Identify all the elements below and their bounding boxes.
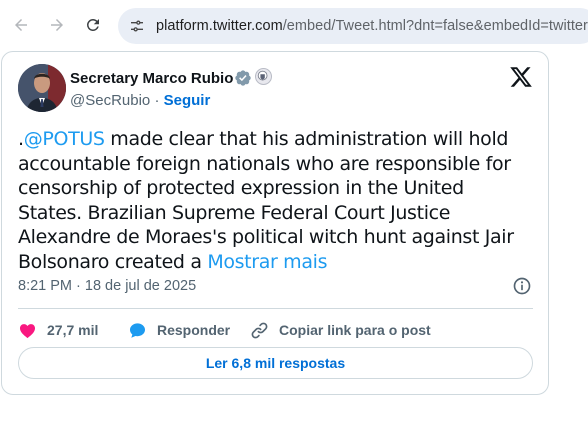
heart-icon (19, 323, 36, 338)
reload-icon (86, 18, 99, 31)
handle-separator: · (154, 92, 160, 109)
address-bar[interactable]: platform.twitter.com/embed/Tweet.html?dn… (118, 8, 588, 44)
reply-label: Responder (157, 322, 231, 338)
government-seal-icon (255, 68, 272, 85)
back-button[interactable] (8, 12, 34, 38)
follow-button[interactable]: Seguir (164, 92, 211, 109)
show-more-link[interactable]: Mostrar mais (207, 251, 327, 273)
speech-bubble-icon (129, 322, 146, 338)
forward-button[interactable] (44, 12, 70, 38)
mention-link[interactable]: @POTUS (24, 128, 105, 150)
verified-badge-icon (235, 70, 251, 86)
like-button[interactable]: 27,7 mil (18, 317, 98, 343)
info-icon[interactable] (512, 276, 532, 296)
link-icon (251, 322, 268, 338)
copy-link-label: Copiar link para o post (279, 322, 431, 338)
reload-button[interactable] (80, 12, 106, 38)
tune-icon (131, 20, 143, 32)
author-name[interactable]: Secretary Marco Rubio (70, 70, 233, 87)
divider (18, 308, 533, 309)
browser-toolbar: platform.twitter.com/embed/Tweet.html?dn… (0, 0, 588, 50)
x-logo-icon[interactable] (509, 65, 533, 89)
url-path: /embed/Tweet.html?dnt=false&embedId=twit… (282, 18, 588, 34)
avatar-portrait (18, 64, 66, 112)
copy-link-button[interactable]: Copiar link para o post (250, 317, 431, 343)
author-handle[interactable]: @SecRubio (70, 92, 150, 109)
tweet-actions: 27,7 mil Responder Copiar link para o po… (18, 317, 533, 343)
site-info-button[interactable] (128, 17, 146, 35)
reply-button[interactable]: Responder (128, 317, 230, 343)
likes-count: 27,7 mil (47, 322, 99, 338)
read-replies-label: Ler 6,8 mil respostas (205, 355, 346, 371)
tweet-card[interactable]: Secretary Marco Rubio @SecRubio · Seguir… (1, 51, 549, 395)
tweet-timestamp[interactable]: 8:21 PM · 18 de jul de 2025 (18, 278, 196, 294)
arrow-left-icon (15, 19, 27, 31)
url-text[interactable]: platform.twitter.com/embed/Tweet.html?dn… (156, 18, 588, 34)
url-domain: platform.twitter.com (156, 18, 283, 34)
avatar[interactable] (18, 64, 66, 112)
arrow-right-icon (51, 19, 63, 31)
author-handle-line: @SecRubio · Seguir (70, 92, 210, 109)
tweet-text: .@POTUS made clear that his administrati… (18, 127, 533, 275)
read-replies-button[interactable]: Ler 6,8 mil respostas (18, 347, 533, 379)
